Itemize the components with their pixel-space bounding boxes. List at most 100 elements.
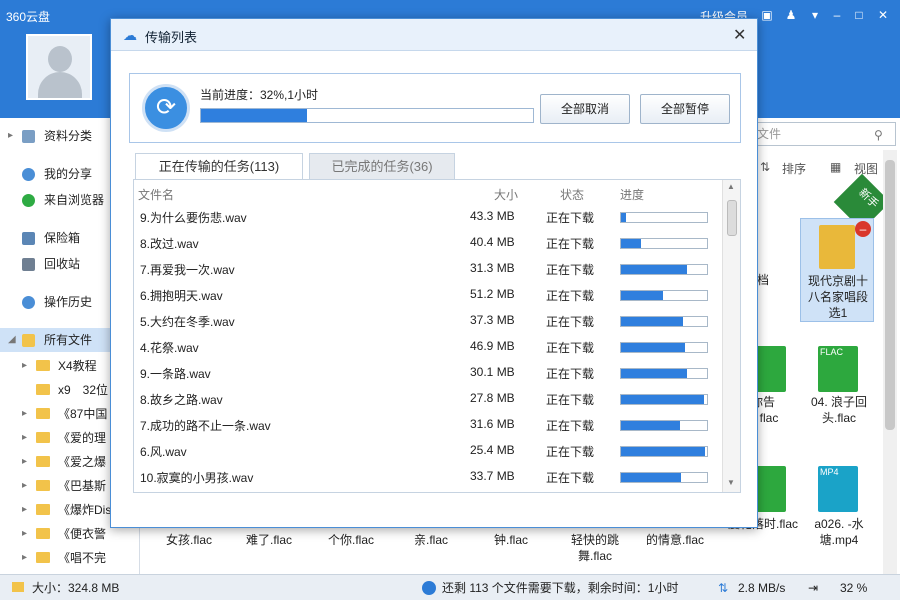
percent-icon: ⇥ xyxy=(808,581,819,595)
chevron-right-icon[interactable]: ▸ xyxy=(22,522,27,546)
chevron-right-icon[interactable]: ▸ xyxy=(8,124,13,148)
column-size: 大小 xyxy=(494,188,519,202)
mp4-file-icon[interactable]: MP4 xyxy=(818,466,858,512)
row-progress-fill xyxy=(621,421,681,430)
flac-file-icon[interactable]: FLAC xyxy=(818,346,858,392)
chevron-right-icon[interactable]: ▸ xyxy=(22,474,27,498)
delete-icon[interactable]: – xyxy=(855,221,871,237)
file-status: 正在下载 xyxy=(546,367,595,381)
tab-completed[interactable]: 已完成的任务(36) xyxy=(309,153,455,181)
speed-text: 2.8 MB/s xyxy=(738,581,786,595)
tree-item-label: 《巴基斯 xyxy=(58,479,107,493)
tree-item-label: 《87中国 xyxy=(58,407,108,421)
row-progress-fill xyxy=(621,447,706,456)
file-status: 正在下载 xyxy=(546,393,595,407)
folder-icon xyxy=(36,480,50,491)
file-name: 9.为什么要伤悲.wav xyxy=(140,211,247,225)
chevron-right-icon[interactable]: ▸ xyxy=(22,450,27,474)
chevron-down-icon[interactable]: ◢ xyxy=(8,328,16,352)
maximize-icon[interactable]: □ xyxy=(852,8,866,22)
minimize-icon[interactable]: – xyxy=(830,8,844,22)
shirt-icon[interactable]: ♟ xyxy=(784,8,798,22)
folder-icon xyxy=(36,384,50,395)
file-tile-label: 04. 浪子回头.flac xyxy=(810,395,868,425)
tree-item-label: x9 32位 xyxy=(58,383,109,397)
transfer-row[interactable]: 7.成功的路不止一条.wav 31.6 MB 正在下载 xyxy=(134,412,724,438)
transfer-icon[interactable] xyxy=(422,581,436,595)
chevron-right-icon[interactable]: ▸ xyxy=(22,546,27,570)
list-scrollbar[interactable]: ▲ ▼ xyxy=(722,180,740,492)
column-status: 状态 xyxy=(560,188,585,202)
folder-icon xyxy=(36,360,50,371)
safe-icon xyxy=(22,232,35,245)
close-window-icon[interactable]: ✕ xyxy=(876,8,890,22)
chevron-right-icon[interactable]: ▸ xyxy=(22,354,27,378)
avatar-head xyxy=(48,46,72,72)
scroll-up-icon[interactable]: ▲ xyxy=(727,182,735,191)
avatar-body xyxy=(38,72,82,98)
transfer-row[interactable]: 9.为什么要伤悲.wav 43.3 MB 正在下载 xyxy=(134,204,724,230)
view-button[interactable]: 视图 xyxy=(854,160,878,177)
view-icon[interactable]: ▦ xyxy=(830,160,841,174)
file-name: 6.拥抱明天.wav xyxy=(140,289,223,303)
status-bar: 大小：324.8 MB 还剩 113 个文件需要下载，剩余时间：1小时 ⇅ 2.… xyxy=(0,574,900,600)
file-size: 46.9 MB xyxy=(470,339,515,353)
transfer-row[interactable]: 8.故乡之路.wav 27.8 MB 正在下载 xyxy=(134,386,724,412)
remaining-text[interactable]: 还剩 113 个文件需要下载，剩余时间：1小时 xyxy=(442,575,678,601)
close-icon[interactable]: ✕ xyxy=(733,25,746,45)
transfer-row[interactable]: 8.改过.wav 40.4 MB 正在下载 xyxy=(134,230,724,256)
file-status: 正在下载 xyxy=(546,263,595,277)
folder-icon xyxy=(12,582,24,592)
avatar[interactable] xyxy=(26,34,92,100)
file-name: 8.改过.wav xyxy=(140,237,199,251)
transfer-row[interactable]: 4.花祭.wav 46.9 MB 正在下载 xyxy=(134,334,724,360)
feedback-icon[interactable]: ▣ xyxy=(760,8,774,22)
sidebar-item-label: 我的分享 xyxy=(44,167,93,181)
transfer-row[interactable]: 6.风.wav 25.4 MB 正在下载 xyxy=(134,438,724,464)
scroll-thumb[interactable] xyxy=(727,200,737,236)
app-title: 360云盘 xyxy=(6,10,51,24)
file-label: 钟.flac xyxy=(494,533,529,547)
chevron-right-icon[interactable]: ▸ xyxy=(22,426,27,450)
menu-icon[interactable]: ▾ xyxy=(808,8,822,22)
search-icon[interactable]: ⚲ xyxy=(874,128,883,142)
file-label: 女孩.flac xyxy=(166,533,213,547)
row-progress-fill xyxy=(621,239,641,248)
tab-transferring[interactable]: 正在传输的任务(113) xyxy=(135,153,303,181)
sort-button[interactable]: 排序 xyxy=(782,160,806,177)
pause-all-button[interactable]: 全部暂停 xyxy=(640,94,730,124)
file-name: 9.一条路.wav xyxy=(140,367,211,381)
transfer-row[interactable]: 7.再爱我一次.wav 31.3 MB 正在下载 xyxy=(134,256,724,282)
overall-progress-bar xyxy=(200,108,534,123)
row-progress-bar xyxy=(620,394,708,405)
sidebar-item-label: 所有文件 xyxy=(44,333,93,347)
chevron-right-icon[interactable]: ▸ xyxy=(22,402,27,426)
sync-icon: ⟳ xyxy=(142,84,190,132)
folder-icon xyxy=(36,432,50,443)
cancel-all-button[interactable]: 全部取消 xyxy=(540,94,630,124)
file-label: 亲.flac xyxy=(414,533,449,547)
folder-tile-label: 现代京剧十八名家唱段选1 xyxy=(807,274,868,320)
file-name: 6.风.wav xyxy=(140,445,187,459)
folder-tile[interactable]: – 现代京剧十八名家唱段选1 xyxy=(800,218,874,322)
file-status: 正在下载 xyxy=(546,471,595,485)
row-progress-fill xyxy=(621,395,705,404)
tree-item-label: 《爱的理 xyxy=(58,431,107,445)
row-progress-fill xyxy=(621,473,682,482)
sort-icon[interactable]: ⇅ xyxy=(760,160,770,174)
file-size: 31.6 MB xyxy=(470,417,515,431)
transfer-row[interactable]: 5.大约在冬季.wav 37.3 MB 正在下载 xyxy=(134,308,724,334)
transfer-row[interactable]: 9.一条路.wav 30.1 MB 正在下载 xyxy=(134,360,724,386)
row-progress-fill xyxy=(621,291,664,300)
transfer-row[interactable]: 10.寂寞的小男孩.wav 33.7 MB 正在下载 xyxy=(134,464,724,490)
file-size: 30.1 MB xyxy=(470,365,515,379)
dialog-title: 传输列表 xyxy=(145,30,198,45)
chevron-right-icon[interactable]: ▸ xyxy=(22,498,27,522)
scroll-thumb[interactable] xyxy=(885,160,895,430)
row-progress-fill xyxy=(621,369,688,378)
row-progress-fill xyxy=(621,317,683,326)
main-scrollbar[interactable] xyxy=(883,150,897,574)
tree-item[interactable]: ▸ 《唱不完 xyxy=(0,546,140,570)
transfer-row[interactable]: 6.拥抱明天.wav 51.2 MB 正在下载 xyxy=(134,282,724,308)
scroll-down-icon[interactable]: ▼ xyxy=(727,478,735,487)
